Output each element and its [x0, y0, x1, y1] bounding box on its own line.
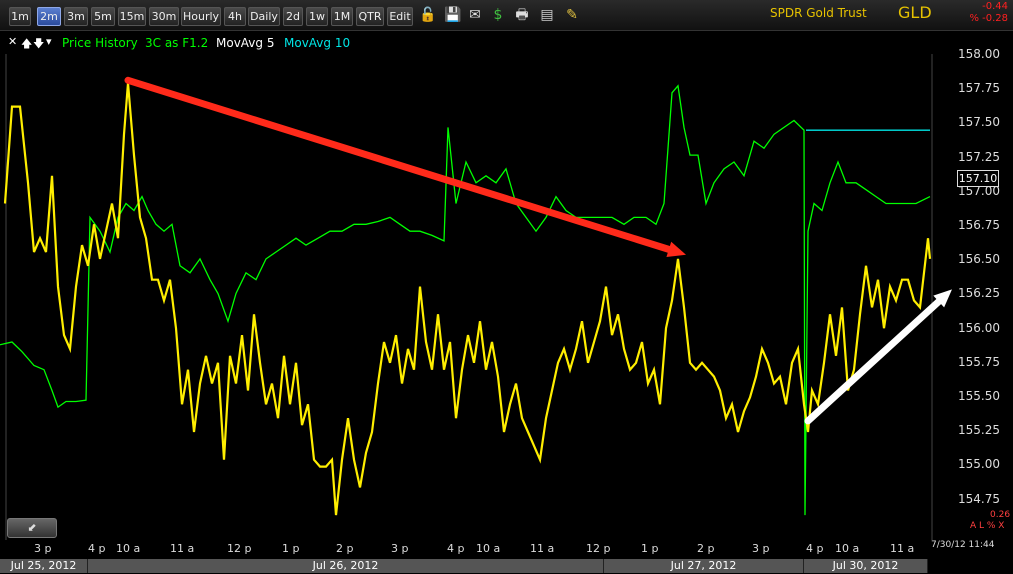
symbol-ticker: GLD — [898, 3, 932, 22]
timeframe-qtr-button[interactable]: QTR — [356, 7, 384, 26]
date-segment: Jul 26, 2012 — [88, 559, 604, 573]
time-tick: 4 p — [806, 542, 824, 555]
red-trend-arrow — [124, 76, 686, 258]
timeframe-1m-button[interactable]: 1m — [9, 7, 31, 26]
timeframe-2d-button[interactable]: 2d — [283, 7, 303, 26]
print-icon[interactable]: 🖶 — [512, 5, 532, 25]
timeframe-30m-button[interactable]: 30m — [149, 7, 179, 26]
timeframe-edit-button[interactable]: Edit — [387, 7, 413, 26]
dollar-icon[interactable]: $ — [488, 5, 508, 25]
price-tick: 154.75 — [958, 491, 1000, 506]
indicator-flags[interactable]: A L % X — [970, 521, 1004, 531]
symbol-name: SPDR Gold Trust — [770, 6, 867, 20]
scroll-handle[interactable]: ⬋ — [7, 518, 57, 538]
calculator-icon[interactable]: ▤ — [537, 5, 557, 25]
time-tick: 10 a — [835, 542, 860, 555]
timeframe-15m-button[interactable]: 15m — [118, 7, 146, 26]
time-tick: 10 a — [476, 542, 501, 555]
last-price-label: 157.10 — [957, 170, 999, 187]
time-tick: 3 p — [752, 542, 770, 555]
time-tick: 11 a — [530, 542, 555, 555]
price-tick: 156.25 — [958, 286, 1000, 301]
price-tick: 156.00 — [958, 320, 1000, 335]
time-tick: 2 p — [697, 542, 715, 555]
net-change: -0.44 — [982, 1, 1008, 12]
indicator-3c-line — [3, 83, 932, 516]
toolbar: 1m 2m 3m 5m 15m 30m Hourly 4h Daily 2d 1w 1M QTR Edit… — [0, 0, 1013, 31]
timeframe-daily-button[interactable]: Daily — [248, 7, 280, 26]
price-tick: 156.50 — [958, 252, 1000, 267]
timestamp: 7/30/12 11:44 — [931, 540, 995, 550]
date-segment: Jul 27, 2012 — [604, 559, 804, 573]
price-tick: 157.75 — [958, 81, 1000, 96]
pencil-icon[interactable]: ✎ — [562, 5, 582, 25]
timeframe-2m-button[interactable]: 2m — [37, 7, 61, 26]
timeframe-hourly-button[interactable]: Hourly — [181, 7, 221, 26]
time-tick: 3 p — [391, 542, 409, 555]
white-trend-arrow — [804, 289, 952, 425]
timeframe-4h-button[interactable]: 4h — [224, 7, 246, 26]
timeframe-1w-button[interactable]: 1w — [306, 7, 328, 26]
timeframe-5m-button[interactable]: 5m — [91, 7, 115, 26]
lock-icon[interactable]: 🔓 — [418, 5, 438, 25]
indicator-value: 0.26 — [990, 510, 1011, 520]
time-axis: 3 p 4 p 10 a 11 a 12 p 1 p 2 p 3 p 4 p 10 a 11 a 12… — [0, 540, 1013, 558]
price-tick: 157.50 — [958, 115, 1000, 130]
time-tick: 4 p — [88, 542, 106, 555]
date-segment: Jul 30, 2012 — [804, 559, 928, 573]
save-icon[interactable]: 💾 — [443, 5, 463, 25]
time-tick: 1 p — [282, 542, 300, 555]
time-tick: 11 a — [890, 542, 915, 555]
timeframe-3m-button[interactable]: 3m — [64, 7, 88, 26]
price-tick: 157.25 — [958, 149, 1000, 164]
price-history-line — [0, 84, 931, 516]
price-tick: 155.75 — [958, 354, 1000, 369]
price-tick: 158.00 — [958, 47, 1000, 61]
time-tick: 2 p — [336, 542, 354, 555]
time-tick: 3 p — [34, 542, 52, 555]
time-tick: 12 p — [227, 542, 252, 555]
time-tick: 12 p — [586, 542, 611, 555]
percent-change: % -0.28 — [969, 13, 1008, 24]
date-segment: Jul 25, 2012 — [0, 559, 88, 573]
timeframe-1m-button[interactable]: 1M — [331, 7, 353, 26]
time-tick: 10 a — [116, 542, 141, 555]
price-tick: 155.50 — [958, 389, 1000, 403]
date-axis: Jul 25, 2012 Jul 26, 2012 Jul 27, 2012 Jul … — [0, 558, 1013, 574]
time-tick: 11 a — [170, 542, 195, 555]
time-tick: 4 p — [447, 542, 465, 555]
price-tick: 155.25 — [958, 423, 1000, 438]
time-tick: 1 p — [641, 542, 659, 555]
email-icon[interactable]: ✉ — [465, 5, 485, 25]
price-tick: 155.00 — [958, 457, 1000, 472]
price-tick: 156.75 — [958, 218, 1000, 232]
price-chart[interactable] — [0, 30, 1013, 540]
